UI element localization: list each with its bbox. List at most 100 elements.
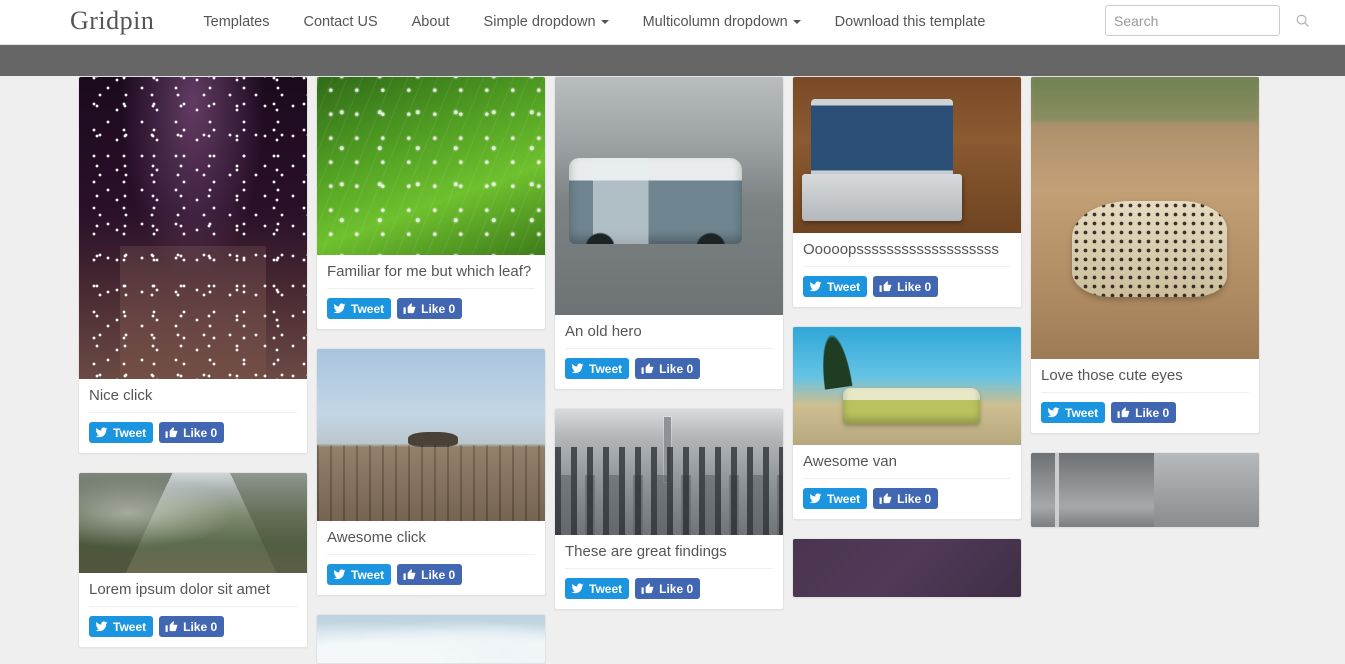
card-image-new-york-skyline[interactable] xyxy=(555,409,783,535)
nav-item-templates[interactable]: Templates xyxy=(186,0,286,44)
search-box[interactable] xyxy=(1105,5,1280,36)
card-body: Familiar for me but which leaf? Tweet Li… xyxy=(317,255,545,329)
tweet-button[interactable]: Tweet xyxy=(89,616,153,637)
nav-item-simple-dropdown[interactable]: Simple dropdown xyxy=(467,0,626,44)
card[interactable] xyxy=(1030,452,1260,528)
chevron-down-icon xyxy=(601,20,609,24)
tweet-button[interactable]: Tweet xyxy=(565,578,629,599)
twitter-icon xyxy=(571,362,584,375)
card-image-dark-purple-abstract[interactable] xyxy=(793,539,1021,597)
tweet-button[interactable]: Tweet xyxy=(803,276,867,297)
like-button[interactable]: Like 0 xyxy=(873,488,938,509)
card[interactable]: Ooooopsssssssssssssssssss Tweet Like 0 xyxy=(792,76,1022,308)
card[interactable]: Awesome click Tweet Like 0 xyxy=(316,348,546,596)
card[interactable] xyxy=(316,614,546,664)
thumbs-up-icon xyxy=(165,426,178,439)
tweet-button[interactable]: Tweet xyxy=(327,298,391,319)
tweet-button[interactable]: Tweet xyxy=(89,422,153,443)
card[interactable] xyxy=(792,538,1022,598)
card-body: Nice click Tweet Like 0 xyxy=(79,379,307,453)
card[interactable]: Awesome van Tweet Like 0 xyxy=(792,326,1022,520)
card-image-night-street-string-lights[interactable] xyxy=(79,77,307,379)
social-buttons: Tweet Like 0 xyxy=(803,276,1011,297)
nav-item-download-this-template[interactable]: Download this template xyxy=(818,0,1003,44)
like-button[interactable]: Like 0 xyxy=(159,616,224,637)
card-title: Love those cute eyes xyxy=(1041,367,1249,393)
card[interactable]: Love those cute eyes Tweet Like 0 xyxy=(1030,76,1260,434)
tweet-button-label: Tweet xyxy=(351,569,384,581)
card[interactable]: Lorem ipsum dolor sit amet Tweet Like 0 xyxy=(78,472,308,648)
tweet-button[interactable]: Tweet xyxy=(803,488,867,509)
like-button-label: Like 0 xyxy=(659,363,693,375)
nav-item-about[interactable]: About xyxy=(395,0,467,44)
grid-column: Love those cute eyes Tweet Like 0 xyxy=(1030,76,1268,651)
like-button-label: Like 0 xyxy=(897,493,931,505)
tweet-button-label: Tweet xyxy=(113,427,146,439)
like-button-label: Like 0 xyxy=(183,427,217,439)
chevron-down-icon xyxy=(793,20,801,24)
thumbs-up-icon xyxy=(165,620,178,633)
thumbs-up-icon xyxy=(403,568,416,581)
like-button-label: Like 0 xyxy=(659,583,693,595)
card-image-grayscale-fence-path[interactable] xyxy=(1031,453,1259,527)
like-button[interactable]: Like 0 xyxy=(635,358,700,379)
social-buttons: Tweet Like 0 xyxy=(565,358,773,379)
thumbs-up-icon xyxy=(879,280,892,293)
card-image-green-leaf-water-drops[interactable] xyxy=(317,77,545,255)
tweet-button[interactable]: Tweet xyxy=(565,358,629,379)
thumbs-up-icon xyxy=(403,302,416,315)
like-button[interactable]: Like 0 xyxy=(873,276,938,297)
tweet-button-label: Tweet xyxy=(827,493,860,505)
card[interactable]: Familiar for me but which leaf? Tweet Li… xyxy=(316,76,546,330)
like-button-label: Like 0 xyxy=(421,569,455,581)
grid-column: An old hero Tweet Like 0 These are great… xyxy=(554,76,792,651)
like-button[interactable]: Like 0 xyxy=(397,564,462,585)
nav-item-label: Multicolumn dropdown xyxy=(643,14,788,30)
thumbs-up-icon xyxy=(1117,406,1130,419)
card-title: Familiar for me but which leaf? xyxy=(327,263,535,289)
card-image-laptop-on-wooden-desk[interactable] xyxy=(793,77,1021,233)
tweet-button-label: Tweet xyxy=(589,363,622,375)
card-image-leopard-on-sand[interactable] xyxy=(1031,77,1259,359)
like-button-label: Like 0 xyxy=(897,281,931,293)
card-title: Awesome click xyxy=(327,529,535,555)
nav-item-multicolumn-dropdown[interactable]: Multicolumn dropdown xyxy=(626,0,818,44)
card-image-mountain-valley-trail[interactable] xyxy=(79,473,307,573)
tweet-button-label: Tweet xyxy=(113,621,146,633)
tweet-button[interactable]: Tweet xyxy=(327,564,391,585)
card-body: An old hero Tweet Like 0 xyxy=(555,315,783,389)
card-title: These are great findings xyxy=(565,543,773,569)
social-buttons: Tweet Like 0 xyxy=(89,616,297,637)
twitter-icon xyxy=(1047,406,1060,419)
card-image-cloudy-sky[interactable] xyxy=(317,615,545,663)
card-image-vw-van-highway[interactable] xyxy=(555,77,783,315)
card-body: Lorem ipsum dolor sit amet Tweet Like 0 xyxy=(79,573,307,647)
grid-column: Familiar for me but which leaf? Tweet Li… xyxy=(316,76,554,651)
thumbs-up-icon xyxy=(641,582,654,595)
like-button[interactable]: Like 0 xyxy=(635,578,700,599)
like-button[interactable]: Like 0 xyxy=(397,298,462,319)
like-button-label: Like 0 xyxy=(421,303,455,315)
card-body: Ooooopsssssssssssssssssss Tweet Like 0 xyxy=(793,233,1021,307)
grid-column: Nice click Tweet Like 0 Lorem ipsum dolo… xyxy=(78,76,316,651)
nav-item-label: Simple dropdown xyxy=(484,14,596,30)
card[interactable]: These are great findings Tweet Like 0 xyxy=(554,408,784,610)
brand-logo[interactable]: Gridpin xyxy=(70,8,154,37)
like-button[interactable]: Like 0 xyxy=(1111,402,1176,423)
nav-item-label: Download this template xyxy=(835,14,986,30)
nav-item-contact-us[interactable]: Contact US xyxy=(286,0,394,44)
card-title: Awesome van xyxy=(803,453,1011,479)
nav-item-label: Contact US xyxy=(303,14,377,30)
card-title: Ooooopsssssssssssssssssss xyxy=(803,241,1011,267)
search-input[interactable] xyxy=(1114,13,1295,29)
card[interactable]: An old hero Tweet Like 0 xyxy=(554,76,784,390)
card[interactable]: Nice click Tweet Like 0 xyxy=(78,76,308,454)
twitter-icon xyxy=(571,582,584,595)
card-image-wooden-pier-lake[interactable] xyxy=(317,349,545,521)
nav-item-label: About xyxy=(412,14,450,30)
thumbs-up-icon xyxy=(641,362,654,375)
search-icon[interactable] xyxy=(1295,13,1310,28)
tweet-button[interactable]: Tweet xyxy=(1041,402,1105,423)
card-image-beach-palms-van[interactable] xyxy=(793,327,1021,445)
like-button[interactable]: Like 0 xyxy=(159,422,224,443)
